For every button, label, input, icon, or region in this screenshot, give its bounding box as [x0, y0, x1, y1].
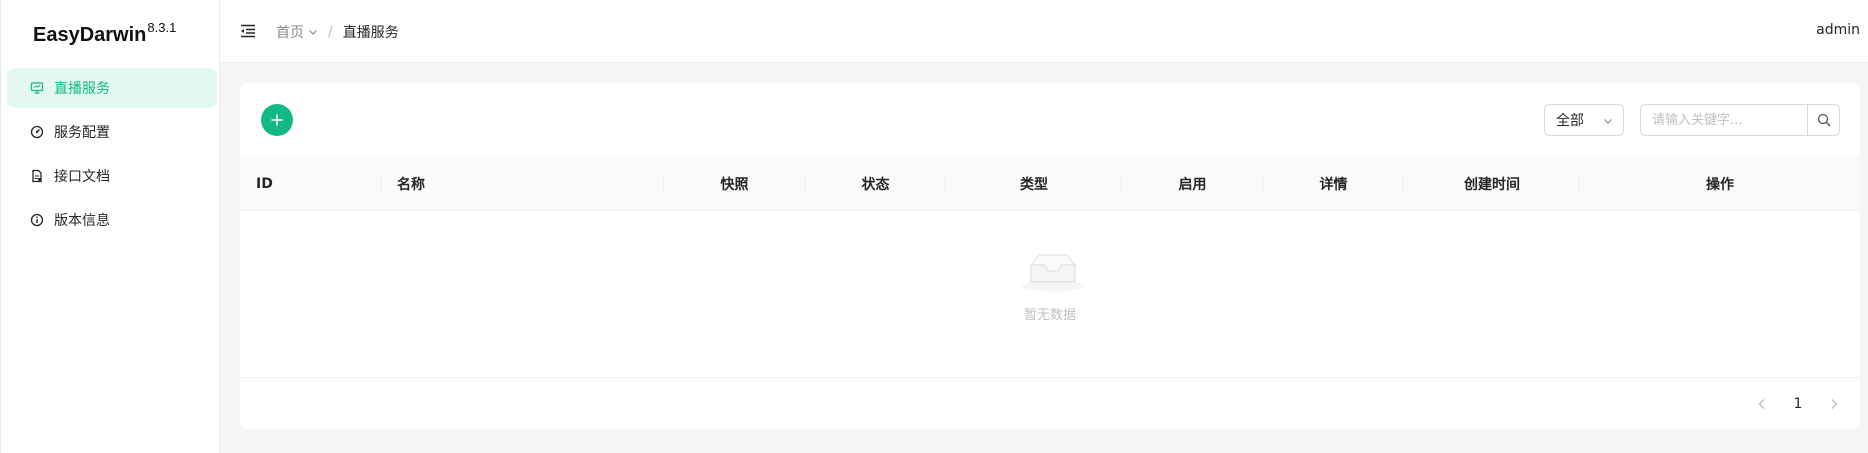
sidebar-item-label: 接口文档: [54, 169, 110, 185]
table-header: ID 名称 快照 状态 类型 启用 详情 创建时间 操作: [240, 156, 1860, 211]
empty-inbox-icon: [1022, 254, 1084, 292]
search-icon: [1817, 113, 1830, 127]
column-header: 快照: [664, 156, 805, 211]
sidebar: EasyDarwin8.3.1 直播服务 服务配置 接口文档 版本信息: [0, 0, 220, 453]
gauge-icon: [30, 125, 44, 139]
sidebar-menu: 直播服务 服务配置 接口文档 版本信息: [7, 68, 217, 244]
column-header: 详情: [1263, 156, 1404, 211]
chevron-down-icon: [309, 30, 317, 35]
filter-select[interactable]: 全部: [1544, 104, 1624, 136]
breadcrumb: 首页 / 直播服务: [276, 22, 399, 42]
column-header: ID: [240, 156, 381, 211]
sidebar-item-service-config[interactable]: 服务配置: [7, 112, 217, 152]
empty-text: 暂无数据: [1023, 308, 1076, 323]
column-header: 名称: [381, 156, 664, 211]
monitor-icon: [30, 81, 44, 95]
column-header: 创建时间: [1404, 156, 1580, 211]
pagination-prev-button[interactable]: [1750, 388, 1774, 420]
breadcrumb-separator: /: [328, 24, 333, 40]
info-icon: [30, 213, 44, 227]
column-header: 操作: [1706, 176, 1734, 193]
search-group: [1640, 104, 1840, 136]
column-header: 状态: [805, 156, 946, 211]
sidebar-item-label: 服务配置: [54, 125, 110, 141]
column-header: 类型: [946, 156, 1122, 211]
sidebar-item-label: 版本信息: [54, 213, 110, 229]
document-icon: [30, 169, 44, 183]
pagination-next-button[interactable]: [1822, 388, 1846, 420]
plus-icon: [271, 114, 283, 126]
table-divider: [240, 377, 1860, 378]
sidebar-item-live-service[interactable]: 直播服务: [7, 68, 217, 108]
sidebar-item-api-docs[interactable]: 接口文档: [7, 156, 217, 196]
menu-collapse-icon[interactable]: [240, 24, 256, 38]
sidebar-item-label: 直播服务: [54, 81, 110, 97]
chevron-left-icon: [1758, 399, 1765, 409]
add-button[interactable]: [261, 104, 293, 136]
search-input[interactable]: [1640, 104, 1808, 136]
filter-select-value: 全部: [1556, 113, 1584, 129]
pagination-page[interactable]: 1: [1782, 388, 1814, 420]
breadcrumb-current: 直播服务: [342, 25, 399, 41]
chevron-down-icon: [1604, 119, 1612, 124]
breadcrumb-home[interactable]: 首页: [276, 22, 318, 42]
top-header: 首页 / 直播服务 admin: [220, 0, 1868, 63]
app-logo: EasyDarwin8.3.1: [33, 20, 177, 46]
sidebar-item-version-info[interactable]: 版本信息: [7, 200, 217, 240]
chevron-right-icon: [1831, 399, 1838, 409]
table-empty-state: 暂无数据: [240, 211, 1860, 377]
search-button[interactable]: [1808, 104, 1840, 136]
user-menu[interactable]: admin: [1816, 22, 1860, 38]
column-header: 启用: [1122, 156, 1263, 211]
content-card: 全部 ID 名称 快照 状态 类型 启用 详情 创建时间 操作 暂无数据 1: [240, 83, 1860, 429]
